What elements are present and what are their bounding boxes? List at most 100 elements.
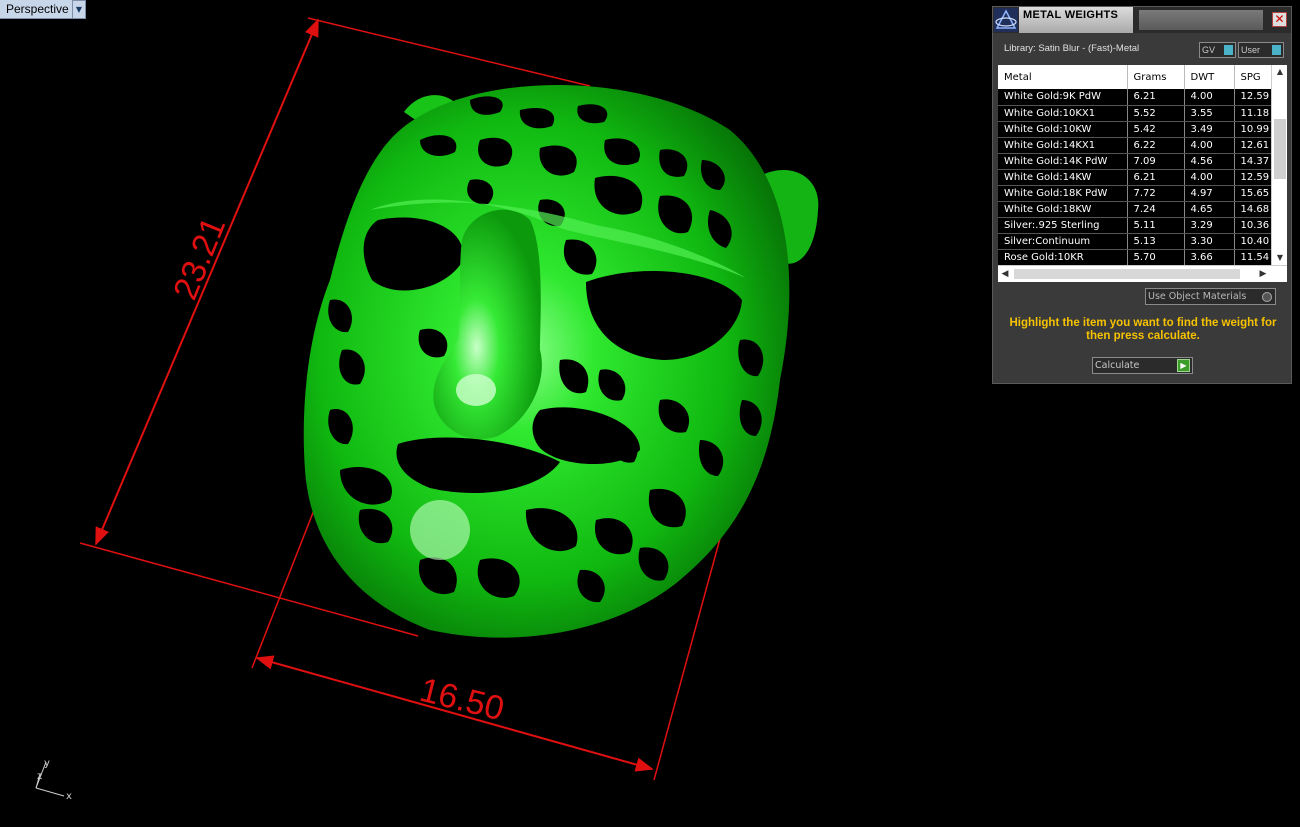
cell-dwt: 3.49 [1184,121,1235,138]
cell-metal: Silver:Continuum [998,233,1128,250]
triangle-down-icon: ▼ [75,5,83,14]
table-row[interactable]: White Gold:14KW 6.21 4.00 12.59 [998,169,1271,186]
cell-grams: 5.52 [1127,105,1185,122]
axis-x-label: x [66,791,72,802]
table-row[interactable]: White Gold:18KW 7.24 4.65 14.68 [998,201,1271,218]
axis-y-label: y [44,758,50,769]
table-row[interactable]: White Gold:14KX1 6.22 4.00 12.61 [998,137,1271,154]
cell-dwt: 3.30 [1184,233,1235,250]
column-header-grams[interactable]: Grams [1127,65,1185,89]
horizontal-scroll-thumb[interactable] [1014,269,1240,279]
library-label: Library: Satin Blur - (Fast)-Metal [1004,43,1140,54]
cell-metal: White Gold:14K PdW [998,153,1128,170]
cell-dwt: 3.29 [1184,217,1235,234]
cell-spg: 14.37 [1234,153,1271,170]
vertical-scrollbar[interactable]: ▲ ▼ [1271,65,1287,265]
viewport-title-tab[interactable]: Perspective [0,0,75,19]
cell-metal: White Gold:10KX1 [998,105,1128,122]
toggle-indicator [1272,45,1281,55]
cell-spg: 12.61 [1234,137,1271,154]
use-object-materials-option[interactable]: Use Object Materials [1145,288,1276,305]
gv-toggle[interactable]: GV [1199,42,1236,58]
cell-spg: 14.68 [1234,201,1271,218]
table-row[interactable]: White Gold:18K PdW 7.72 4.97 15.65 [998,185,1271,202]
horizontal-scrollbar[interactable]: ◀ ▶ [998,265,1287,282]
cell-grams: 7.72 [1127,185,1185,202]
cell-grams: 7.09 [1127,153,1185,170]
cell-spg: 10.36 [1234,217,1271,234]
table-row[interactable]: Silver:Continuum 5.13 3.30 10.40 [998,233,1271,250]
cell-spg: 11.18 [1234,105,1271,122]
table-row[interactable]: Silver:.925 Sterling 5.11 3.29 10.36 [998,217,1271,234]
cell-grams: 5.11 [1127,217,1185,234]
titlebar-fill [1139,10,1263,30]
cell-grams: 6.22 [1127,137,1185,154]
metal-table-viewport: Metal Grams DWT SPG White Gold:9K PdW 6.2… [998,65,1271,265]
cell-grams: 5.42 [1127,121,1185,138]
table-header-row: Metal Grams DWT SPG [998,65,1271,89]
cell-dwt: 3.55 [1184,105,1235,122]
axis-z-label: z [37,771,42,782]
play-icon: ▶ [1177,359,1190,372]
cell-metal: White Gold:18K PdW [998,185,1128,202]
vertical-scroll-thumb[interactable] [1274,119,1286,179]
column-header-dwt[interactable]: DWT [1184,65,1235,89]
cell-metal: White Gold:10KW [998,121,1128,138]
scroll-left-icon[interactable]: ◀ [998,266,1012,282]
cell-dwt: 4.00 [1184,169,1235,186]
column-header-metal[interactable]: Metal [998,65,1128,89]
cell-grams: 5.13 [1127,233,1185,250]
cell-metal: White Gold:18KW [998,201,1128,218]
metal-table-body: White Gold:9K PdW 6.21 4.00 12.59 White Gold… [998,89,1271,265]
cell-spg: 11.54 [1234,249,1271,265]
toggle-indicator [1224,45,1233,55]
scroll-right-icon[interactable]: ▶ [1256,266,1270,282]
cell-spg: 12.59 [1234,169,1271,186]
cell-metal: White Gold:14KW [998,169,1128,186]
cell-metal: Silver:.925 Sterling [998,217,1128,234]
cell-spg: 12.59 [1234,89,1271,106]
close-button[interactable]: ✕ [1272,12,1287,27]
panel-titlebar[interactable]: METAL WEIGHTS ✕ [993,7,1291,33]
width-dimension-label: 16.50 [416,671,508,728]
cell-grams: 5.70 [1127,249,1185,265]
face-mask-model[interactable] [303,85,819,638]
close-icon: ✕ [1274,12,1285,26]
cell-grams: 6.21 [1127,89,1185,106]
column-header-spg[interactable]: SPG [1234,65,1271,89]
cell-spg: 15.65 [1234,185,1271,202]
height-dimension-label: 23.21 [166,212,233,305]
cell-dwt: 3.66 [1184,249,1235,265]
cell-dwt: 4.00 [1184,89,1235,106]
table-row[interactable]: White Gold:10KX1 5.52 3.55 11.18 [998,105,1271,122]
table-row[interactable]: White Gold:9K PdW 6.21 4.00 12.59 [998,89,1271,106]
calculate-button[interactable]: Calculate ▶ [1092,357,1193,374]
instructions-text: Highlight the item you want to find the … [1009,317,1277,342]
user-toggle[interactable]: User [1238,42,1284,58]
cell-dwt: 4.00 [1184,137,1235,154]
radio-icon[interactable] [1262,292,1272,302]
cell-grams: 6.21 [1127,169,1185,186]
axis-triad: y z x [35,758,72,802]
cell-metal: White Gold:9K PdW [998,89,1128,106]
gv-toggle-label: GV [1202,45,1216,55]
panel-title: METAL WEIGHTS [1019,7,1133,33]
cell-dwt: 4.65 [1184,201,1235,218]
calculate-label: Calculate [1095,360,1140,371]
viewport-menu-button[interactable]: ▼ [72,0,86,19]
table-row[interactable]: Rose Gold:10KR 5.70 3.66 11.54 [998,249,1271,265]
app-logo-icon [994,8,1018,32]
cell-metal: White Gold:14KX1 [998,137,1128,154]
cell-spg: 10.99 [1234,121,1271,138]
table-row[interactable]: White Gold:14K PdW 7.09 4.56 14.37 [998,153,1271,170]
metal-table: Metal Grams DWT SPG White Gold:9K PdW 6.2… [998,65,1271,265]
table-row[interactable]: White Gold:10KW 5.42 3.49 10.99 [998,121,1271,138]
scroll-down-icon[interactable]: ▼ [1272,251,1288,265]
scroll-up-icon[interactable]: ▲ [1272,65,1288,79]
cell-dwt: 4.56 [1184,153,1235,170]
cell-dwt: 4.97 [1184,185,1235,202]
cell-metal: Rose Gold:10KR [998,249,1128,265]
user-toggle-label: User [1241,45,1261,55]
cell-spg: 10.40 [1234,233,1271,250]
metal-weights-panel: METAL WEIGHTS ✕ Library: Satin Blur - (F… [992,6,1292,384]
